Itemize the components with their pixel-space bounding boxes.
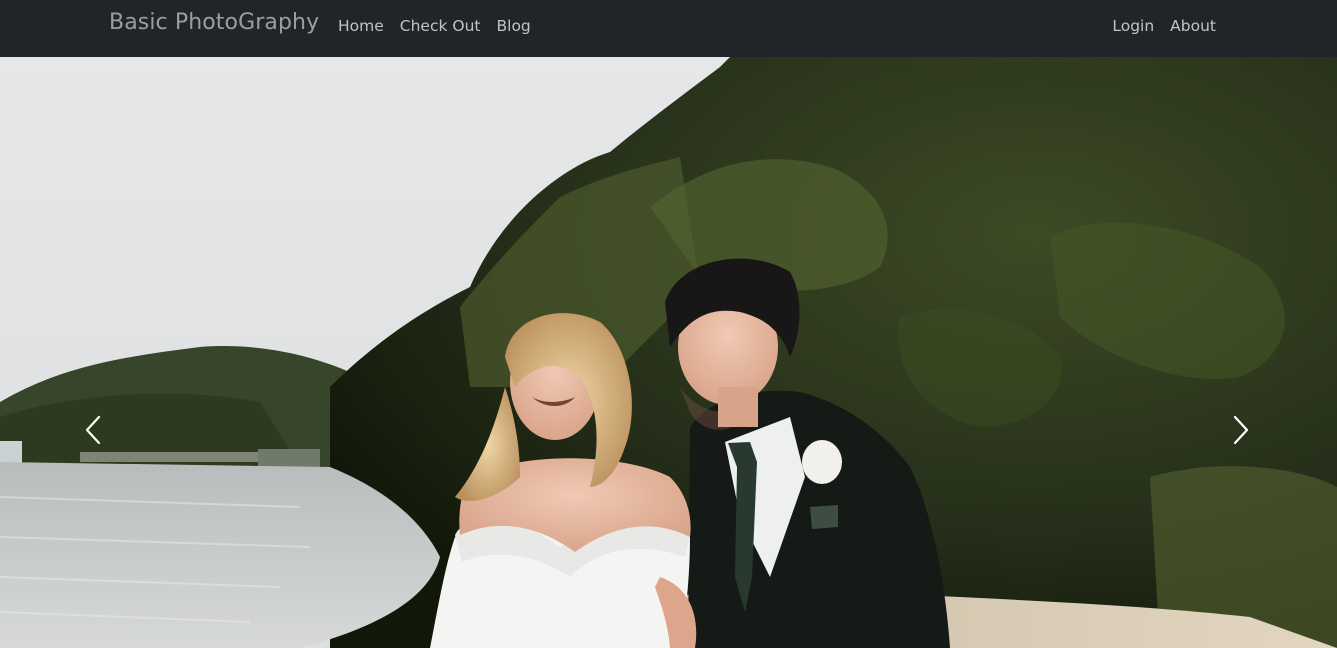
top-navbar: Basic PhotoGraphy Home Check Out Blog Lo…: [0, 0, 1337, 57]
nav-link-login[interactable]: Login: [1112, 16, 1154, 36]
carousel-next-button[interactable]: [1226, 413, 1254, 447]
nav-link-check-out[interactable]: Check Out: [400, 16, 481, 36]
chevron-left-icon: [85, 415, 101, 445]
chevron-right-icon: [1233, 415, 1249, 445]
carousel-slide-image: [0, 57, 1337, 648]
nav-link-about[interactable]: About: [1170, 16, 1216, 36]
brand-logo-link[interactable]: Basic PhotoGraphy: [109, 10, 319, 36]
nav-link-home[interactable]: Home: [338, 16, 384, 36]
secondary-nav: Login About: [1112, 16, 1216, 36]
carousel-prev-button[interactable]: [80, 413, 108, 447]
primary-nav: Home Check Out Blog: [338, 16, 531, 36]
nav-link-blog[interactable]: Blog: [497, 16, 531, 36]
hero-carousel: [0, 57, 1337, 648]
